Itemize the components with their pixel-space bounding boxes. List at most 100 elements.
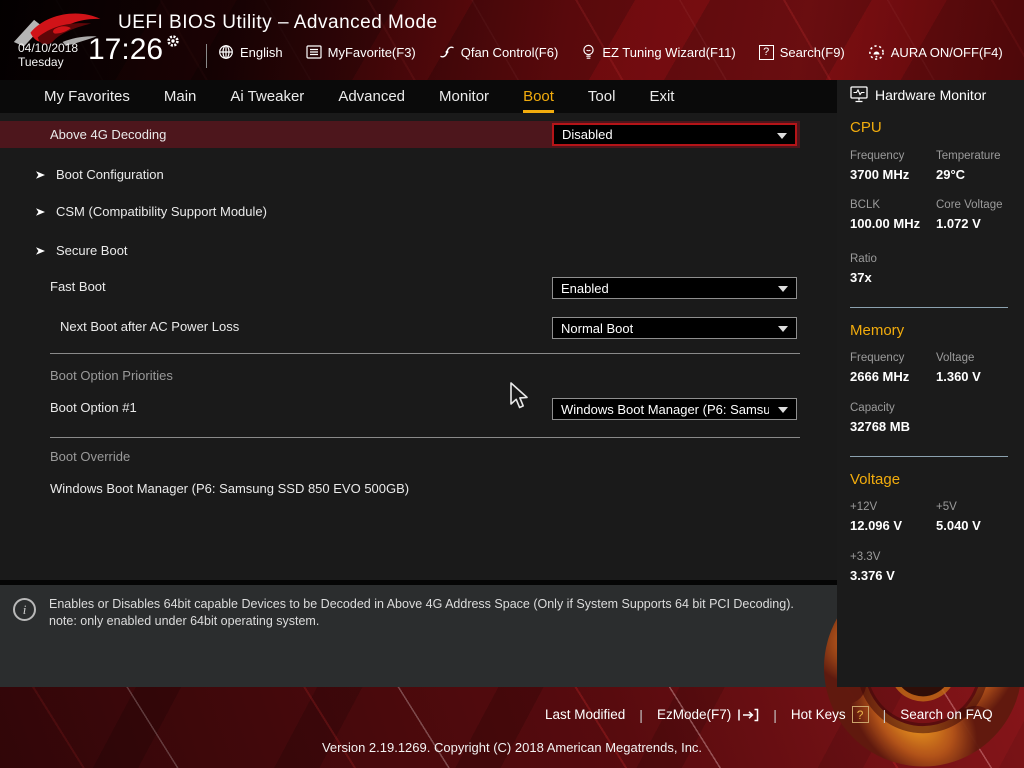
help-info-panel: i Enables or Disables 64bit capable Devi…	[0, 585, 837, 687]
mouse-cursor	[510, 382, 528, 409]
date-value: 04/10/2018	[18, 41, 79, 55]
ezmode-button[interactable]: EzMode(F7)	[657, 707, 759, 722]
fast-boot-dropdown[interactable]: Enabled	[552, 277, 797, 299]
info-circle-icon: i	[13, 598, 36, 621]
myfavorite-label: MyFavorite(F3)	[327, 44, 416, 60]
question-box-icon: ?	[758, 44, 774, 60]
cpu-stats-row: Ratio 37x	[850, 253, 1014, 285]
help-text-line1: Enables or Disables 64bit capable Device…	[49, 597, 794, 611]
ezmode-label: EzMode(F7)	[656, 707, 732, 722]
stat: Frequency 3700 MHz	[850, 150, 936, 182]
stat-label: +3.3V	[850, 551, 881, 563]
cpu-section-title: CPU	[850, 119, 882, 136]
aura-button[interactable]: AURA ON/OFF(F4)	[868, 44, 1003, 60]
stat-value: 5.040 V	[936, 518, 981, 533]
search-on-faq-label: Search on FAQ	[900, 707, 993, 722]
question-box-icon: ?	[851, 706, 869, 723]
caret-down-icon	[778, 407, 788, 413]
stat: +5V 5.040 V	[936, 501, 1014, 533]
submenu-csm[interactable]: CSM (Compatibility Support Module)	[36, 204, 267, 219]
stat-label: Voltage	[936, 352, 975, 364]
fast-boot-label: Fast Boot	[50, 279, 106, 294]
next-boot-dropdown[interactable]: Normal Boot	[552, 317, 797, 339]
help-text: Enables or Disables 64bit capable Device…	[49, 596, 794, 630]
day-value: Tuesday	[18, 55, 64, 69]
stat: Voltage 1.360 V	[936, 352, 1014, 384]
sidebar-divider	[850, 456, 1008, 457]
stat-label: +5V	[936, 501, 957, 513]
globe-icon	[218, 44, 234, 60]
monitor-icon	[850, 86, 868, 103]
memory-stats-row: Capacity 32768 MB	[850, 402, 1014, 434]
banner-menu: English MyFavorite(F3) Qfan Control(F6) …	[218, 44, 1003, 60]
section-divider	[50, 437, 800, 438]
top-banner: UEFI BIOS Utility – Advanced Mode 04/10/…	[0, 0, 1024, 80]
section-divider	[50, 353, 800, 354]
cpu-stats-row: Frequency 3700 MHz Temperature 29°C	[850, 150, 1014, 182]
myfavorite-button[interactable]: MyFavorite(F3)	[306, 45, 416, 60]
hot-keys-label: Hot Keys	[790, 707, 846, 722]
caret-down-icon	[778, 326, 788, 332]
tab-tool[interactable]: Tool	[588, 80, 616, 113]
stat: +12V 12.096 V	[850, 501, 936, 533]
boot-override-section-title: Boot Override	[50, 449, 131, 464]
next-boot-value: Normal Boot	[561, 320, 634, 336]
arrow-right-icon	[36, 207, 45, 216]
stat-value: 100.00 MHz	[850, 216, 921, 231]
stat: Core Voltage 1.072 V	[936, 199, 1014, 231]
tab-exit[interactable]: Exit	[649, 80, 674, 113]
language-button[interactable]: English	[218, 44, 283, 60]
stat: Temperature 29°C	[936, 150, 1014, 182]
above-4g-value: Disabled	[562, 127, 613, 142]
next-boot-label: Next Boot after AC Power Loss	[60, 319, 240, 334]
main-nav: My Favorites Main Ai Tweaker Advanced Mo…	[0, 80, 837, 113]
stat-label: Capacity	[850, 402, 895, 414]
stat-label: Ratio	[850, 253, 877, 265]
tab-main[interactable]: Main	[164, 80, 197, 113]
caret-down-icon	[777, 133, 787, 139]
submenu-boot-configuration[interactable]: Boot Configuration	[36, 167, 164, 182]
bios-screen: UEFI BIOS Utility – Advanced Mode 04/10/…	[0, 0, 1024, 768]
fast-boot-value: Enabled	[561, 280, 609, 296]
boot-priorities-section-title: Boot Option Priorities	[50, 368, 173, 383]
footer-separator: |	[882, 706, 887, 723]
qfan-control-button[interactable]: Qfan Control(F6)	[439, 44, 558, 60]
boot-option-1-dropdown[interactable]: Windows Boot Manager (P6: Samsung SSD 85…	[552, 398, 797, 420]
tab-advanced[interactable]: Advanced	[338, 80, 405, 113]
tab-ai-tweaker[interactable]: Ai Tweaker	[230, 80, 304, 113]
submenu-label: CSM (Compatibility Support Module)	[56, 204, 267, 219]
tab-boot[interactable]: Boot	[523, 80, 554, 113]
app-title: UEFI BIOS Utility – Advanced Mode	[118, 12, 438, 33]
memory-section-title: Memory	[850, 322, 905, 339]
boot-option-1-label: Boot Option #1	[50, 400, 137, 415]
search-button[interactable]: ? Search(F9)	[758, 44, 845, 60]
submenu-label: Boot Configuration	[56, 167, 164, 182]
boot-option-1-value: Windows Boot Manager (P6: Samsung SSD 85…	[561, 401, 769, 417]
fan-icon	[439, 44, 455, 60]
above-4g-dropdown[interactable]: Disabled	[552, 123, 797, 146]
time-display: 17:26	[88, 33, 180, 67]
hot-keys-button[interactable]: Hot Keys ?	[791, 706, 869, 723]
ez-tuning-label: EZ Tuning Wizard(F11)	[602, 44, 736, 60]
tab-monitor[interactable]: Monitor	[439, 80, 489, 113]
stat-value: 1.360 V	[936, 369, 981, 384]
led-icon	[868, 44, 885, 60]
stat-value: 1.072 V	[936, 216, 981, 231]
stat-label: Frequency	[850, 352, 905, 364]
voltage-stats-row: +3.3V 3.376 V	[850, 551, 1014, 583]
hardware-monitor-header: Hardware Monitor	[850, 86, 1014, 103]
stat: Ratio 37x	[850, 253, 936, 285]
search-on-faq-button[interactable]: Search on FAQ	[900, 707, 992, 722]
submenu-label: Secure Boot	[56, 243, 128, 258]
footer-separator: |	[639, 706, 643, 723]
boot-override-entry[interactable]: Windows Boot Manager (P6: Samsung SSD 85…	[50, 481, 409, 496]
stat: Capacity 32768 MB	[850, 402, 936, 434]
stat-value: 12.096 V	[850, 518, 903, 533]
stat: +3.3V 3.376 V	[850, 551, 936, 583]
ez-tuning-wizard-button[interactable]: EZ Tuning Wizard(F11)	[581, 44, 736, 60]
tab-my-favorites[interactable]: My Favorites	[44, 80, 130, 113]
gear-icon[interactable]	[166, 34, 180, 48]
voltage-stats-row: +12V 12.096 V +5V 5.040 V	[850, 501, 1014, 533]
last-modified-button[interactable]: Last Modified	[545, 707, 625, 722]
submenu-secure-boot[interactable]: Secure Boot	[36, 243, 128, 258]
